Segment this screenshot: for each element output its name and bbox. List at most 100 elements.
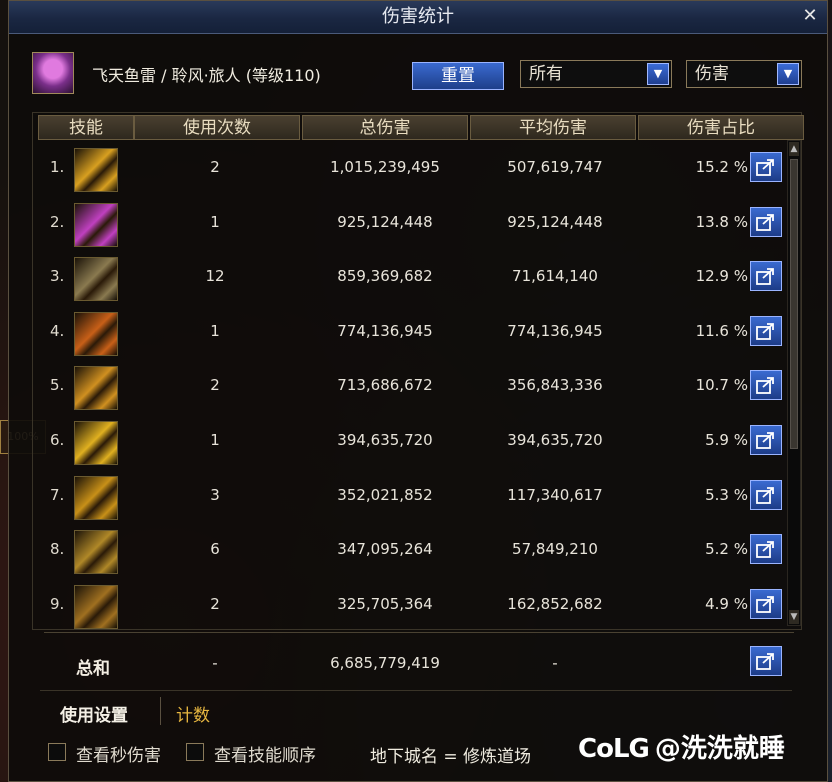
row-avg-damage: 117,340,617 <box>507 485 603 504</box>
skill-icon <box>74 257 118 302</box>
share-icon <box>756 595 774 613</box>
table-scrollbar[interactable]: ▲ ▼ <box>787 140 801 626</box>
share-icon <box>756 159 774 176</box>
column-header-pct[interactable]: 伤害占比 <box>638 115 804 140</box>
row-damage-pct: 5.3 % <box>705 485 748 504</box>
table-row: 8. 6 347,095,264 57,849,210 5.2 % <box>40 526 782 580</box>
row-rank: 5. <box>50 376 65 395</box>
row-total-damage: 774,136,945 <box>337 321 433 340</box>
row-rank: 9. <box>50 594 65 613</box>
share-icon <box>756 653 774 670</box>
row-uses: 1 <box>210 212 220 231</box>
row-avg-damage: 774,136,945 <box>507 321 603 340</box>
watermark-handle: @洗洗就睡 <box>654 734 785 764</box>
colg-logo: CoLG <box>578 734 650 764</box>
row-avg-damage: 394,635,720 <box>507 431 603 449</box>
tab-settings[interactable]: 使用设置 <box>60 701 128 726</box>
reset-button[interactable]: 重置 <box>412 62 504 90</box>
dps-checkbox-label: 查看秒伤害 <box>76 746 161 766</box>
table-row: 9. 2 325,705,364 162,852,682 4.9 % <box>40 581 782 635</box>
row-total-damage: 325,705,364 <box>337 594 433 613</box>
share-icon <box>756 541 774 559</box>
row-avg-damage: 925,124,448 <box>507 212 603 231</box>
row-uses: 2 <box>210 376 220 395</box>
summary-label: 总和 <box>76 659 110 679</box>
row-rank: 2. <box>50 212 65 231</box>
metric-select[interactable]: 伤害 ▼ <box>686 60 802 88</box>
row-avg-damage: 71,614,140 <box>512 267 598 286</box>
share-icon <box>756 486 774 504</box>
skill-icon <box>74 366 118 411</box>
scroll-up-icon[interactable]: ▲ <box>789 142 799 156</box>
settings-tabs: 使用设置 计数 <box>40 690 792 731</box>
table-row: 5. 2 713,686,672 356,843,336 10.7 % <box>40 362 782 416</box>
table-row: 6. 1 394,635,720 394,635,720 5.9 % <box>40 417 782 471</box>
share-row-button[interactable] <box>750 479 782 510</box>
tab-count[interactable]: 计数 <box>176 701 210 726</box>
row-avg-damage: 57,849,210 <box>512 540 598 559</box>
row-avg-damage: 162,852,682 <box>507 594 603 613</box>
row-uses: 6 <box>210 540 220 559</box>
share-row-button[interactable] <box>750 534 782 565</box>
skill-icon <box>74 475 118 520</box>
row-rank: 3. <box>50 267 65 286</box>
share-row-button[interactable] <box>750 206 782 237</box>
filter-select[interactable]: 所有 ▼ <box>520 60 672 88</box>
row-total-damage: 713,686,672 <box>337 376 433 395</box>
column-header-avg[interactable]: 平均伤害 <box>470 115 636 140</box>
row-uses: 12 <box>205 267 225 286</box>
summary-total: 6,685,779,419 <box>330 654 440 672</box>
row-damage-pct: 12.9 % <box>695 267 748 286</box>
row-rank: 1. <box>50 158 65 176</box>
window-titlebar[interactable]: 伤害统计 ✕ <box>9 1 827 34</box>
share-row-button[interactable] <box>750 152 782 182</box>
row-damage-pct: 10.7 % <box>695 376 748 395</box>
skill-icon <box>74 202 118 247</box>
table-row: 4. 1 774,136,945 774,136,945 11.6 % <box>40 308 782 362</box>
row-damage-pct: 13.8 % <box>695 212 748 231</box>
skill-icon <box>74 584 118 629</box>
row-uses: 3 <box>210 485 220 504</box>
share-icon <box>756 432 774 449</box>
skill-icon <box>74 311 118 356</box>
scroll-down-icon[interactable]: ▼ <box>789 610 799 624</box>
share-row-button[interactable] <box>750 261 782 292</box>
row-uses: 1 <box>210 431 220 449</box>
column-header-skill[interactable]: 技能 <box>38 115 134 140</box>
summary-uses: - <box>212 654 218 672</box>
row-total-damage: 394,635,720 <box>337 431 433 449</box>
row-avg-damage: 356,843,336 <box>507 376 603 395</box>
share-row-button[interactable] <box>750 370 782 401</box>
tab-separator <box>160 697 161 725</box>
share-icon <box>756 322 774 340</box>
dungeon-name: 地下城名 = 修炼道场 <box>370 747 532 767</box>
share-icon <box>756 377 774 395</box>
table-row: 1. 2 1,015,239,495 507,619,747 15.2 % <box>40 144 782 198</box>
column-header-total[interactable]: 总伤害 <box>302 115 468 140</box>
row-total-damage: 352,021,852 <box>337 485 433 504</box>
dps-checkbox[interactable] <box>48 743 66 761</box>
share-total-button[interactable] <box>750 646 782 676</box>
row-rank: 6. <box>50 431 65 449</box>
row-total-damage: 925,124,448 <box>337 212 433 231</box>
row-total-damage: 859,369,682 <box>337 267 433 286</box>
watermark: CoLG @洗洗就睡 <box>578 728 785 765</box>
chevron-down-icon[interactable]: ▼ <box>777 63 799 85</box>
close-icon[interactable]: ✕ <box>799 5 821 27</box>
skill-order-checkbox[interactable] <box>186 743 204 761</box>
share-row-button[interactable] <box>750 315 782 346</box>
row-total-damage: 347,095,264 <box>337 540 433 559</box>
share-row-button[interactable] <box>750 425 782 455</box>
row-uses: 1 <box>210 321 220 340</box>
table-row: 7. 3 352,021,852 117,340,617 5.3 % <box>40 472 782 526</box>
scroll-thumb[interactable] <box>790 159 798 449</box>
summary-avg: - <box>552 654 558 672</box>
row-damage-pct: 11.6 % <box>695 321 748 340</box>
skill-icon <box>74 530 118 575</box>
skill-order-checkbox-label: 查看技能顺序 <box>214 746 316 766</box>
column-header-uses[interactable]: 使用次数 <box>134 115 300 140</box>
skill-icon <box>74 148 118 192</box>
chevron-down-icon[interactable]: ▼ <box>647 63 669 85</box>
filter-select-value: 所有 <box>529 64 563 84</box>
share-row-button[interactable] <box>750 588 782 619</box>
